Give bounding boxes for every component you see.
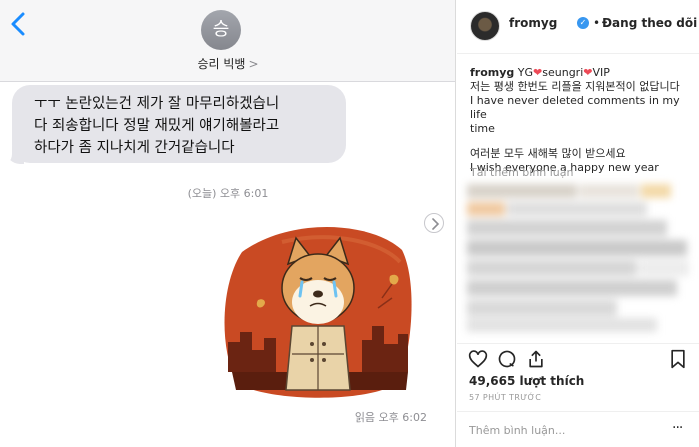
following-button[interactable]: Đang theo dõi [602, 16, 697, 30]
heart-icon[interactable] [468, 349, 488, 373]
contact-name-label: 승리 빅뱅 [197, 57, 246, 71]
post-time: 57 PHÚT TRƯỚC [469, 393, 542, 402]
bookmark-icon[interactable] [669, 349, 687, 373]
like-count[interactable]: 49,665 lượt thích [469, 374, 584, 388]
caption-line: I have never deleted comments in my life [470, 94, 680, 121]
load-more-comments-link[interactable]: Tải thêm bình luận [470, 166, 574, 179]
share-icon[interactable] [526, 349, 546, 373]
separator-dot: • [593, 16, 601, 30]
post-header: fromyg ✓ • Đang theo dõi [457, 0, 699, 54]
profile-avatar[interactable] [470, 11, 500, 41]
more-options-icon[interactable]: ··· [672, 420, 683, 436]
chevron-right-icon: > [248, 57, 259, 71]
caption-line: 여러분 모두 새해복 많이 받으세요 [470, 147, 626, 160]
shiba-dog-sticker[interactable] [222, 222, 413, 400]
caption-line: time [470, 122, 495, 135]
message-timestamp: (오늘) 오후 6:01 [187, 187, 269, 200]
post-caption: fromyg YG❤seungri❤VIP 저는 평생 한번도 리플을 지워본적… [470, 66, 692, 175]
message-line: 하다가 좀 지나치게 간거같습니다 [34, 140, 235, 156]
caption-line: 저는 평생 한번도 리플을 지워본적이 없답니다 [470, 80, 680, 93]
forward-icon[interactable] [424, 213, 444, 233]
instagram-post-panel: fromyg ✓ • Đang theo dõi fromyg YG❤seung… [457, 0, 699, 447]
caption-text: YG [517, 66, 534, 79]
imessage-screenshot: 승 승리 빅뱅 > ㅜㅜ 논란있는건 제가 잘 마무리하겠습니 다 죄송합니다 정… [0, 0, 456, 447]
contact-avatar[interactable]: 승 [201, 10, 241, 50]
received-message-bubble[interactable]: ㅜㅜ 논란있는건 제가 잘 마무리하겠습니 다 죄송합니다 정말 재밌게 얘기해… [12, 85, 346, 163]
heart-emoji-icon: ❤ [533, 66, 543, 79]
caption-text: VIP [592, 66, 610, 79]
contact-name[interactable]: 승리 빅뱅 > [0, 55, 455, 72]
message-line: 다 죄송합니다 정말 재밌게 얘기해볼라고 [34, 118, 280, 134]
blurred-comments-area [467, 182, 693, 332]
verified-badge-icon: ✓ [577, 17, 589, 29]
comment-bar: ··· [457, 411, 699, 447]
add-comment-input[interactable] [469, 421, 659, 439]
post-username[interactable]: fromyg [509, 16, 557, 30]
post-actions-bar [457, 343, 699, 373]
bubble-tail-mask [0, 146, 12, 166]
message-line: ㅜㅜ 논란있는건 제가 잘 마무리하겠습니 [34, 96, 280, 112]
caption-username[interactable]: fromyg [470, 66, 514, 79]
back-arrow-icon[interactable] [8, 10, 30, 40]
comment-icon[interactable] [497, 349, 517, 373]
conversation-header: 승 승리 빅뱅 > [0, 0, 455, 82]
read-receipt: 읽음 오후 6:02 [354, 411, 427, 424]
mention-link[interactable]: seungri [542, 66, 583, 79]
